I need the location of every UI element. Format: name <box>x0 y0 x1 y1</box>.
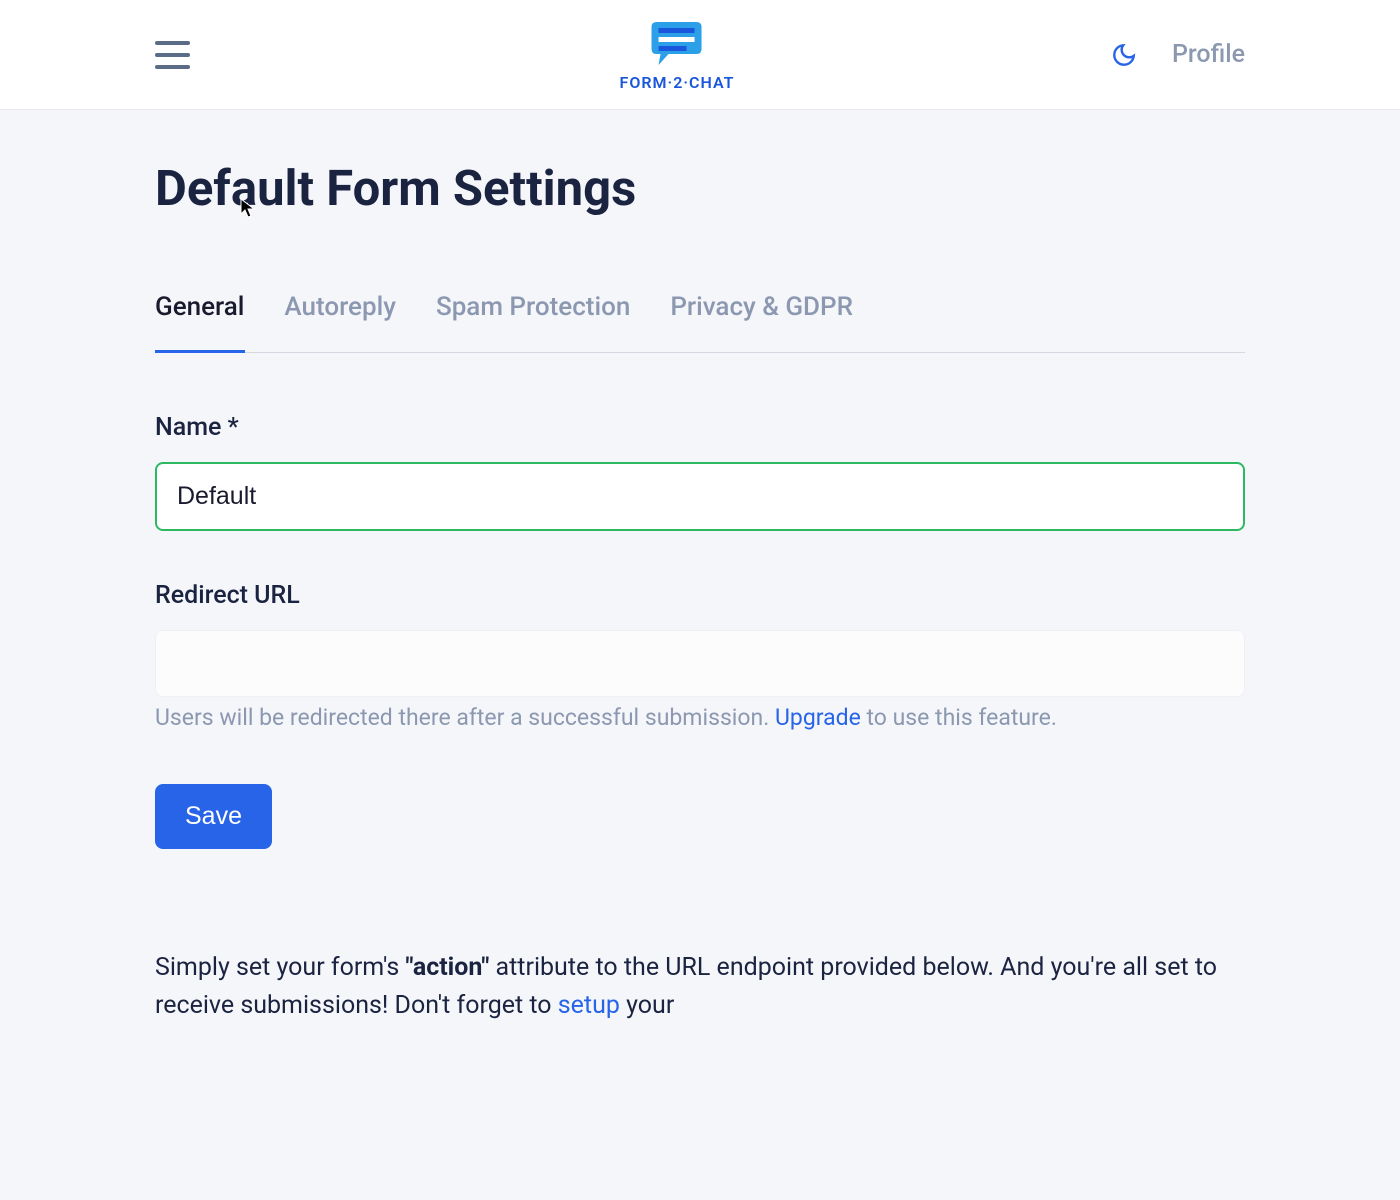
redirect-url-field-group: Redirect URL Users will be redirected th… <box>155 581 1245 734</box>
header: FORM·2·CHAT Profile <box>0 0 1400 110</box>
logo-text: FORM·2·CHAT <box>620 73 735 92</box>
page-title: Default Form Settings <box>155 160 1245 217</box>
chat-bubble-icon <box>647 17 707 67</box>
header-right: Profile <box>1111 40 1245 69</box>
tabs: General Autoreply Spam Protection Privac… <box>155 292 1245 353</box>
name-label: Name * <box>155 413 1245 442</box>
redirect-url-input[interactable] <box>155 630 1245 697</box>
hamburger-menu-button[interactable] <box>155 41 190 69</box>
tab-autoreply[interactable]: Autoreply <box>284 292 396 352</box>
redirect-url-help-text: Users will be redirected there after a s… <box>155 702 1245 734</box>
redirect-url-label: Redirect URL <box>155 581 1245 610</box>
upgrade-link[interactable]: Upgrade <box>775 704 861 731</box>
profile-link[interactable]: Profile <box>1172 40 1245 69</box>
name-field-group: Name * <box>155 413 1245 531</box>
tab-general[interactable]: General <box>155 292 244 352</box>
info-text: Simply set your form's "action" attribut… <box>155 949 1245 1024</box>
logo[interactable]: FORM·2·CHAT <box>620 17 735 92</box>
tab-spam-protection[interactable]: Spam Protection <box>436 292 630 352</box>
tab-privacy-gdpr[interactable]: Privacy & GDPR <box>670 292 853 352</box>
name-input[interactable] <box>155 462 1245 531</box>
main-content: Default Form Settings General Autoreply … <box>0 110 1400 1074</box>
setup-link[interactable]: setup <box>558 991 620 1020</box>
save-button[interactable]: Save <box>155 784 272 849</box>
dark-mode-toggle[interactable] <box>1111 42 1137 68</box>
